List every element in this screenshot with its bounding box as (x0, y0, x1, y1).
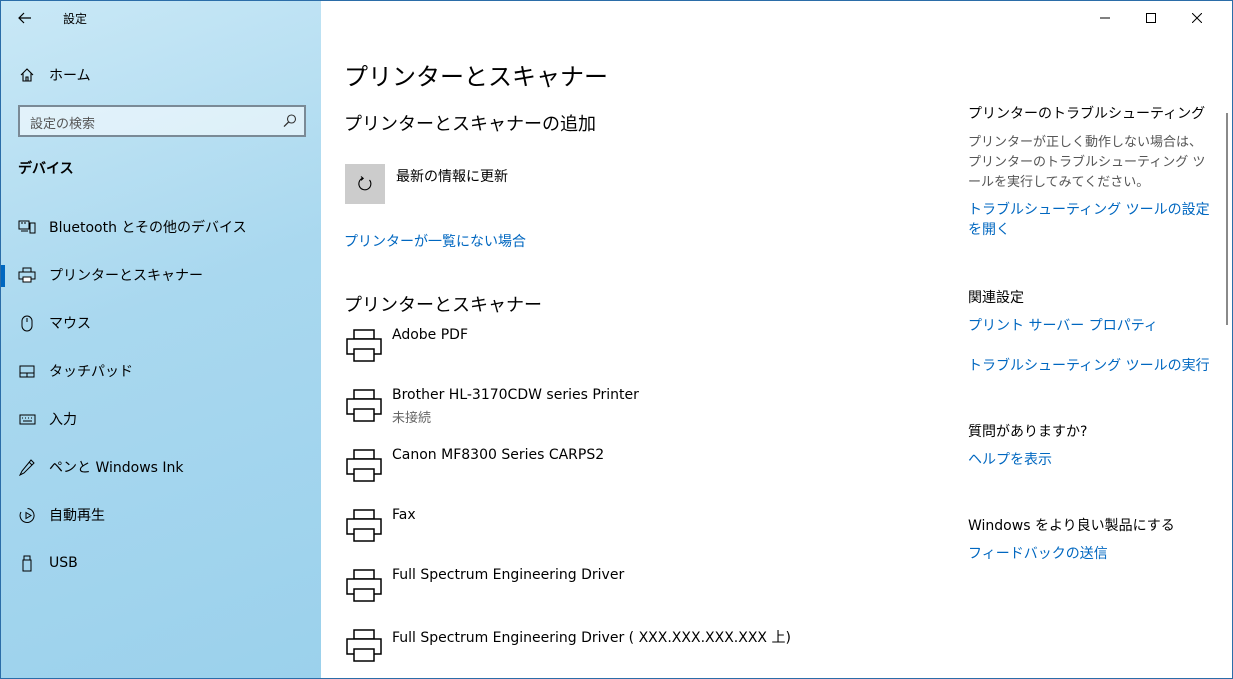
section-label-devices: デバイス (18, 161, 74, 177)
sidebar-item-usb[interactable]: USB (1, 543, 321, 583)
sidebar-item-pen[interactable]: ペンと Windows Ink (1, 447, 321, 487)
help-link[interactable]: ヘルプを表示 (968, 452, 1052, 468)
printer-icon (346, 629, 382, 662)
page-title: プリンターとスキャナー (344, 63, 608, 91)
add-printers-heading: プリンターとスキャナーの追加 (344, 114, 596, 135)
printer-icon (346, 509, 382, 542)
sidebar-item-label: マウス (49, 316, 91, 332)
troubleshoot-heading: プリンターのトラブルシューティング (968, 106, 1206, 122)
sidebar-item-label: タッチパッド (49, 364, 133, 380)
printer-item-adobe-pdf[interactable]: Adobe PDF (344, 323, 924, 383)
sidebar-item-printers[interactable]: プリンターとスキャナー (1, 255, 321, 295)
home-nav-item[interactable]: ホーム (1, 59, 321, 91)
pen-icon (18, 458, 36, 476)
sidebar-item-mouse[interactable]: マウス (1, 303, 321, 343)
sidebar-item-label: 自動再生 (49, 508, 105, 524)
window-controls (1082, 1, 1232, 35)
printer-name: Canon MF8300 Series CARPS2 (392, 447, 605, 463)
troubleshoot-settings-link[interactable]: トラブルシューティング ツールの設定を開く (968, 202, 1210, 238)
printer-item-brother[interactable]: Brother HL-3170CDW series Printer 未接続 (344, 383, 924, 443)
printer-icon (18, 266, 36, 284)
selection-indicator (1, 265, 5, 287)
print-server-properties-link[interactable]: プリント サーバー プロパティ (968, 318, 1158, 334)
printer-item-fse-driver-network[interactable]: Full Spectrum Engineering Driver ( XXX.X… (344, 623, 924, 678)
home-icon (18, 66, 36, 84)
question-heading: 質問がありますか? (968, 424, 1088, 440)
printer-name: Full Spectrum Engineering Driver ( XXX.X… (392, 630, 791, 646)
right-column: プリンターのトラブルシューティング プリンターが正しく動作しない場合は、プリンタ… (968, 103, 1218, 563)
bluetooth-devices-icon (18, 218, 36, 236)
app-title: 設定 (63, 12, 88, 26)
close-icon (1192, 13, 1202, 23)
minimize-button[interactable] (1082, 1, 1128, 35)
printer-item-canon[interactable]: Canon MF8300 Series CARPS2 (344, 443, 924, 503)
sidebar-item-touchpad[interactable]: タッチパッド (1, 351, 321, 391)
sidebar-item-autoplay[interactable]: 自動再生 (1, 495, 321, 535)
run-troubleshooter-link[interactable]: トラブルシューティング ツールの実行 (968, 358, 1210, 374)
sidebar-item-input[interactable]: 入力 (1, 399, 321, 439)
sidebar-item-label: Bluetooth とその他のデバイス (49, 220, 247, 236)
maximize-button[interactable] (1128, 1, 1174, 35)
sidebar-item-label: USB (49, 555, 78, 571)
refresh-label[interactable]: 最新の情報に更新 (396, 166, 508, 186)
printer-name: Fax (392, 507, 416, 523)
printer-not-listed-link[interactable]: プリンターが一覧にない場合 (344, 231, 526, 251)
printer-item-fse-driver[interactable]: Full Spectrum Engineering Driver (344, 563, 924, 623)
printer-icon (346, 449, 382, 482)
printer-icon (346, 569, 382, 602)
main-content: プリンターとスキャナー プリンターとスキャナーの追加 最新の情報に更新 プリンタ… (321, 1, 1232, 678)
close-button[interactable] (1174, 1, 1220, 35)
printer-icon (346, 389, 382, 422)
keyboard-icon (18, 410, 36, 428)
maximize-icon (1146, 13, 1156, 23)
printer-name: Adobe PDF (392, 327, 469, 343)
feedback-link[interactable]: フィードバックの送信 (968, 546, 1108, 562)
back-arrow-icon (18, 12, 31, 24)
printer-name: Full Spectrum Engineering Driver (392, 567, 625, 583)
sidebar-item-label: ペンと Windows Ink (49, 460, 184, 476)
mouse-icon (18, 314, 36, 332)
title-bar-left: 設定 (1, 1, 321, 35)
minimize-icon (1100, 17, 1110, 19)
search-icon (283, 114, 297, 128)
sidebar-item-label: プリンターとスキャナー (49, 268, 203, 284)
printer-item-fax[interactable]: Fax (344, 503, 924, 563)
settings-window: 設定 ホーム 設定の検索 デバイス Bluetooth とその他のデバイス プリ… (0, 0, 1233, 679)
touchpad-icon (18, 362, 36, 380)
sidebar: 設定 ホーム 設定の検索 デバイス Bluetooth とその他のデバイス プリ… (1, 1, 321, 678)
sidebar-item-label: 入力 (49, 412, 77, 428)
printers-heading: プリンターとスキャナー (344, 295, 542, 316)
refresh-button[interactable] (345, 164, 385, 204)
usb-icon (18, 554, 36, 572)
autoplay-icon (18, 506, 36, 524)
back-button[interactable] (11, 5, 39, 31)
scrollbar[interactable] (1226, 113, 1228, 325)
home-label: ホーム (49, 68, 91, 84)
refresh-icon (358, 176, 372, 191)
printer-status: 未接続 (392, 411, 432, 426)
improve-windows-heading: Windows をより良い製品にする (968, 518, 1175, 534)
sidebar-item-bluetooth[interactable]: Bluetooth とその他のデバイス (1, 207, 321, 247)
printer-name: Brother HL-3170CDW series Printer (392, 387, 639, 403)
printer-icon (346, 329, 382, 362)
printer-list: Adobe PDF Brother HL-3170CDW series Prin… (344, 323, 924, 678)
search-placeholder: 設定の検索 (30, 117, 96, 132)
search-input[interactable]: 設定の検索 (18, 105, 306, 137)
related-settings-heading: 関連設定 (968, 290, 1024, 306)
troubleshoot-text: プリンターが正しく動作しない場合は、プリンターのトラブルシューティング ツールを… (968, 135, 1206, 190)
